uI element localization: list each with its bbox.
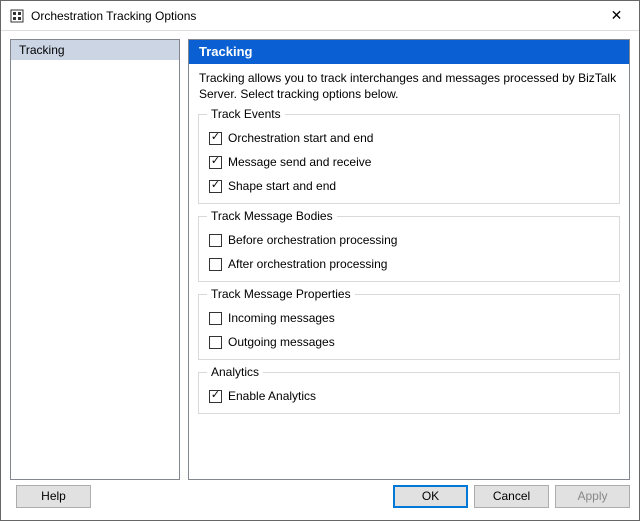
checkbox-label: After orchestration processing [228,257,387,271]
checkbox-before-orch-processing[interactable]: Before orchestration processing [209,233,609,247]
checkbox-icon [209,180,222,193]
button-label: OK [422,489,439,503]
checkbox-label: Enable Analytics [228,389,316,403]
close-icon: ✕ [611,7,623,24]
titlebar: Orchestration Tracking Options ✕ [1,1,639,31]
checkbox-label: Shape start and end [228,179,336,193]
nav-item-label: Tracking [19,43,65,57]
cancel-button[interactable]: Cancel [474,485,549,508]
button-bar: Help OK Cancel Apply [1,480,639,520]
button-label: Cancel [493,489,530,503]
apply-button[interactable]: Apply [555,485,630,508]
checkbox-icon [209,132,222,145]
checkbox-icon [209,312,222,325]
button-label: Help [41,489,66,503]
group-legend: Track Message Bodies [207,209,337,223]
content-header: Tracking [189,40,629,64]
checkbox-icon [209,390,222,403]
dialog-body: Tracking Tracking Tracking allows you to… [1,31,639,480]
group-legend: Analytics [207,365,263,379]
group-legend: Track Events [207,107,285,121]
checkbox-incoming-messages[interactable]: Incoming messages [209,311,609,325]
checkbox-icon [209,234,222,247]
help-button[interactable]: Help [16,485,91,508]
group-legend: Track Message Properties [207,287,355,301]
checkbox-label: Outgoing messages [228,335,335,349]
ok-button[interactable]: OK [393,485,468,508]
checkbox-label: Orchestration start and end [228,131,373,145]
checkbox-shape-start-end[interactable]: Shape start and end [209,179,609,193]
checkbox-after-orch-processing[interactable]: After orchestration processing [209,257,609,271]
checkbox-enable-analytics[interactable]: Enable Analytics [209,389,609,403]
checkbox-icon [209,156,222,169]
button-label: Apply [577,489,607,503]
content-panel: Tracking Tracking allows you to track in… [188,39,630,480]
checkbox-icon [209,336,222,349]
app-icon [9,8,25,24]
checkbox-label: Message send and receive [228,155,371,169]
nav-item-tracking[interactable]: Tracking [11,40,179,61]
checkbox-orchestration-start-end[interactable]: Orchestration start and end [209,131,609,145]
group-track-message-bodies: Track Message Bodies Before orchestratio… [198,216,620,282]
checkbox-label: Before orchestration processing [228,233,397,247]
nav-panel: Tracking [10,39,180,480]
group-analytics: Analytics Enable Analytics [198,372,620,414]
group-track-events: Track Events Orchestration start and end… [198,114,620,204]
window-title: Orchestration Tracking Options [31,9,594,23]
checkbox-outgoing-messages[interactable]: Outgoing messages [209,335,609,349]
close-button[interactable]: ✕ [594,1,639,31]
checkbox-icon [209,258,222,271]
checkbox-label: Incoming messages [228,311,335,325]
checkbox-message-send-receive[interactable]: Message send and receive [209,155,609,169]
group-track-message-properties: Track Message Properties Incoming messag… [198,294,620,360]
content-description: Tracking allows you to track interchange… [189,64,629,112]
